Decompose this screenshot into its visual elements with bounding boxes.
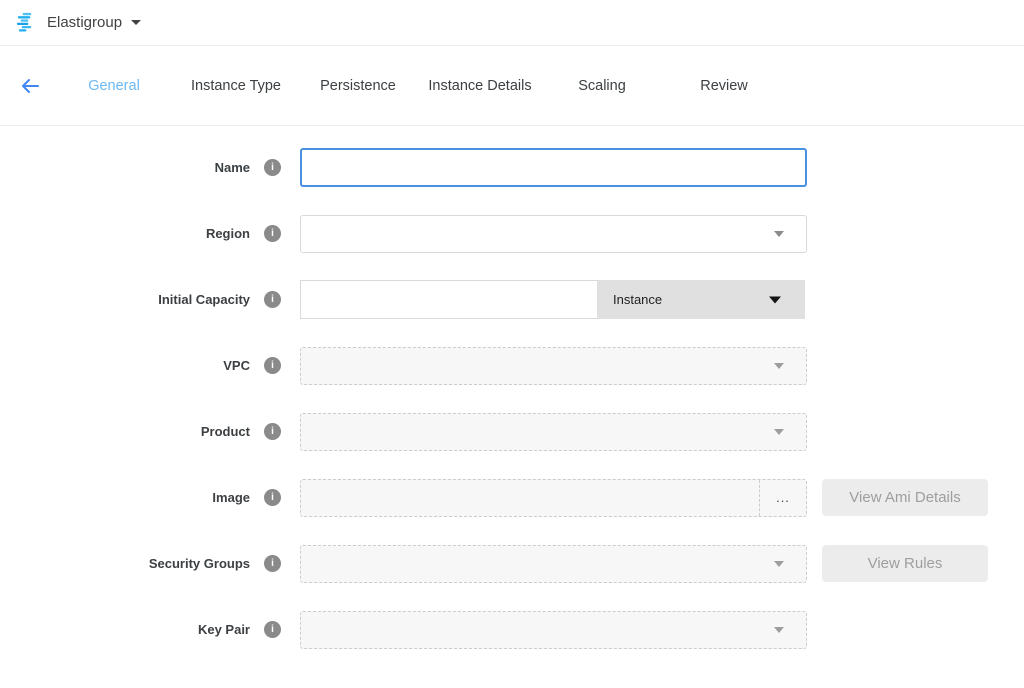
tab-review[interactable]: Review <box>663 78 785 94</box>
region-select[interactable] <box>300 215 807 253</box>
key-pair-select <box>300 611 807 649</box>
field-row-region: Region i <box>0 214 1024 253</box>
vpc-select <box>300 347 807 385</box>
name-label: Name <box>0 160 250 175</box>
tab-instance-type[interactable]: Instance Type <box>175 78 297 94</box>
info-icon[interactable]: i <box>264 225 281 242</box>
initial-capacity-label: Initial Capacity <box>0 292 250 307</box>
security-groups-label: Security Groups <box>0 556 250 571</box>
wizard-tabs: General Instance Type Persistence Instan… <box>53 78 785 94</box>
info-glyph: i <box>271 163 274 173</box>
field-row-product: Product i <box>0 412 1024 451</box>
view-rules-button[interactable]: View Rules <box>822 545 988 582</box>
info-glyph: i <box>271 625 274 635</box>
tab-scaling[interactable]: Scaling <box>541 78 663 94</box>
chevron-down-icon <box>774 363 784 369</box>
field-row-image: Image i ... View Ami Details <box>0 478 1024 517</box>
tab-general[interactable]: General <box>53 78 175 94</box>
info-glyph: i <box>271 229 274 239</box>
name-input[interactable] <box>300 148 807 187</box>
chevron-down-icon <box>769 296 781 303</box>
product-select <box>300 413 807 451</box>
image-label: Image <box>0 490 250 505</box>
browse-image-button[interactable]: ... <box>759 480 806 516</box>
field-row-name: Name i <box>0 148 1024 187</box>
region-label: Region <box>0 226 250 241</box>
vpc-label: VPC <box>0 358 250 373</box>
field-row-vpc: VPC i <box>0 346 1024 385</box>
ellipsis-icon: ... <box>776 490 790 505</box>
wizard-tab-bar: General Instance Type Persistence Instan… <box>0 46 1024 126</box>
chevron-down-icon <box>774 429 784 435</box>
chevron-down-icon[interactable] <box>131 20 141 25</box>
capacity-unit-select[interactable]: Instance <box>597 280 805 319</box>
back-button[interactable] <box>20 77 40 95</box>
info-glyph: i <box>271 493 274 503</box>
initial-capacity-input[interactable] <box>300 280 597 319</box>
info-icon[interactable]: i <box>264 159 281 176</box>
info-glyph: i <box>271 361 274 371</box>
info-icon[interactable]: i <box>264 423 281 440</box>
info-glyph: i <box>271 427 274 437</box>
info-glyph: i <box>271 295 274 305</box>
capacity-unit-value: Instance <box>613 292 662 307</box>
info-icon[interactable]: i <box>264 489 281 506</box>
info-glyph: i <box>271 559 274 569</box>
tab-instance-details[interactable]: Instance Details <box>419 78 541 94</box>
image-input: ... <box>300 479 807 517</box>
view-ami-details-button[interactable]: View Ami Details <box>822 479 988 516</box>
info-icon[interactable]: i <box>264 291 281 308</box>
tab-persistence[interactable]: Persistence <box>297 78 419 94</box>
security-groups-select <box>300 545 807 583</box>
product-label: Product <box>0 424 250 439</box>
info-icon[interactable]: i <box>264 621 281 638</box>
field-row-security-groups: Security Groups i View Rules <box>0 544 1024 583</box>
general-settings-form: Name i Region i Initial Capacity i In <box>0 126 1024 649</box>
info-icon[interactable]: i <box>264 555 281 572</box>
app-header: Elastigroup <box>0 0 1024 46</box>
app-title: Elastigroup <box>47 14 122 31</box>
info-icon[interactable]: i <box>264 357 281 374</box>
elastigroup-logo-icon <box>14 11 37 34</box>
chevron-down-icon <box>774 561 784 567</box>
elastigroup-app: Elastigroup General Instance Type Persis… <box>0 0 1024 649</box>
field-row-key-pair: Key Pair i <box>0 610 1024 649</box>
chevron-down-icon <box>774 231 784 237</box>
key-pair-label: Key Pair <box>0 622 250 637</box>
chevron-down-icon <box>774 627 784 633</box>
field-row-initial-capacity: Initial Capacity i Instance <box>0 280 1024 319</box>
